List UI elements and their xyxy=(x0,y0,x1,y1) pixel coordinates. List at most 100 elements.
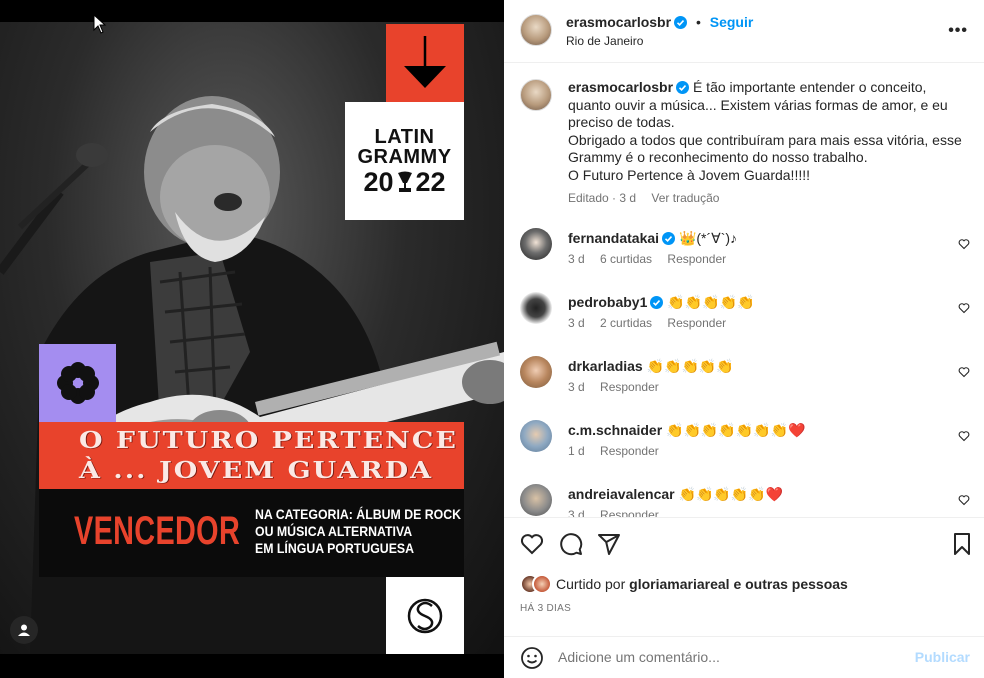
caption-username[interactable]: erasmocarlosbr xyxy=(568,79,673,95)
category-line-1: NA CATEGORIA: ÁLBUM DE ROCK xyxy=(255,506,462,522)
reply-button[interactable]: Responder xyxy=(667,316,726,330)
commenter-avatar[interactable] xyxy=(520,356,552,388)
comment-body: fernandatakai 👑(*´∀`)♪ xyxy=(568,229,737,247)
commenter-username[interactable]: andreiavalencar xyxy=(568,486,675,502)
commenter-avatar[interactable] xyxy=(520,228,552,260)
author-username[interactable]: erasmocarlosbr xyxy=(566,14,671,30)
comment-bubble-icon[interactable] xyxy=(559,532,583,556)
post-timestamp[interactable]: HÁ 3 DIAS xyxy=(520,603,571,614)
commenter-avatar[interactable] xyxy=(520,484,552,516)
comment-body: andreiavalencar 👏👏👏👏👏❤️ xyxy=(568,485,783,503)
comment-meta: 3 d 2 curtidas Responder xyxy=(568,316,738,330)
comment-like-heart-icon[interactable] xyxy=(958,366,970,378)
grammy-line-1: LATIN xyxy=(374,125,435,148)
reply-button[interactable]: Responder xyxy=(600,444,659,458)
comment-meta: 3 d Responder xyxy=(568,508,671,517)
like-heart-icon[interactable] xyxy=(520,532,544,556)
comment-like-heart-icon[interactable] xyxy=(958,238,970,250)
edited-label: Editado · 3 d xyxy=(568,191,637,205)
comment-meta: 3 d Responder xyxy=(568,380,671,394)
save-bookmark-icon[interactable] xyxy=(950,532,974,556)
caption-line-2: Obrigado a todos que contribuíram para m… xyxy=(568,131,962,166)
comment-item: fernandatakai 👑(*´∀`)♪ 3 d 6 curtidas Re… xyxy=(520,228,970,288)
comment-time: 3 d xyxy=(568,316,585,330)
grammy-year-part-1: 20 xyxy=(363,166,394,197)
reply-button[interactable]: Responder xyxy=(600,380,659,394)
latin-grammy-logo: LATIN GRAMMY 20 22 xyxy=(345,102,464,220)
album-title-line-1: O FUTURO PERTENCE xyxy=(79,426,458,454)
liked-by-suffix[interactable]: e outras pessoas xyxy=(733,576,847,592)
comment-time: 3 d xyxy=(568,252,585,266)
album-title-band: O FUTURO PERTENCE À ... JOVEM GUARDA xyxy=(39,422,464,489)
verified-badge-icon xyxy=(650,296,664,309)
post-image[interactable]: LATIN GRAMMY 20 22 O FUTURO PERTENCE À .… xyxy=(0,0,504,678)
flower-badge xyxy=(39,344,116,422)
reply-button[interactable]: Responder xyxy=(667,252,726,266)
caption-author-avatar[interactable] xyxy=(520,79,552,111)
comment-text: 👏👏👏👏👏❤️ xyxy=(678,486,784,502)
comment-item: andreiavalencar 👏👏👏👏👏❤️ 3 d Responder xyxy=(520,484,970,517)
reply-button[interactable]: Responder xyxy=(600,508,659,517)
winner-band: VENCEDOR NA CATEGORIA: ÁLBUM DE ROCK OU … xyxy=(39,489,464,577)
gramophone-icon xyxy=(397,171,412,192)
comment-text: 👏👏👏👏👏 xyxy=(667,294,755,310)
post-side-panel: erasmocarlosbr • Seguir Rio de Janeiro •… xyxy=(504,0,984,678)
category-line-2: OU MÚSICA ALTERNATIVA xyxy=(255,523,413,539)
flower-icon xyxy=(56,362,99,404)
liked-by-prefix: Curtido por xyxy=(556,576,626,592)
arrow-down-badge xyxy=(386,24,464,102)
header-separator: • xyxy=(695,14,701,30)
author-line: erasmocarlosbr • Seguir xyxy=(566,14,753,30)
share-send-icon[interactable] xyxy=(597,532,621,556)
commenter-avatar[interactable] xyxy=(520,420,552,452)
comments-section[interactable]: erasmocarlosbr É tão importante entender… xyxy=(504,63,984,517)
commenter-avatar[interactable] xyxy=(520,292,552,324)
commenter-username[interactable]: drkarladias xyxy=(568,358,643,374)
comment-time: 3 d xyxy=(568,380,585,394)
liked-by-user-link[interactable]: gloriamariareal xyxy=(629,576,729,592)
more-options-icon[interactable]: ••• xyxy=(948,22,968,40)
translate-link[interactable]: Ver tradução xyxy=(651,191,719,205)
post-header: erasmocarlosbr • Seguir Rio de Janeiro •… xyxy=(504,0,984,63)
commenter-username[interactable]: c.m.schnaider xyxy=(568,422,662,438)
liker-avatar[interactable] xyxy=(532,574,552,594)
follow-button[interactable]: Seguir xyxy=(710,14,754,30)
comment-text: 👏👏👏👏👏 xyxy=(646,358,734,374)
comment-time: 1 d xyxy=(568,444,585,458)
label-logo xyxy=(386,577,464,654)
comment-body: c.m.schnaider 👏👏👏👏👏👏👏❤️ xyxy=(568,421,806,439)
commenter-username[interactable]: pedrobaby1 xyxy=(568,294,647,310)
comment-likes-link[interactable]: 2 curtidas xyxy=(600,316,652,330)
user-icon xyxy=(18,624,30,636)
liked-by-line: Curtido por gloriamariareal e outras pes… xyxy=(520,574,848,594)
comment-text: 👑(*´∀`)♪ xyxy=(678,230,738,246)
winner-label: VENCEDOR xyxy=(74,509,241,553)
instagram-post-window: LATIN GRAMMY 20 22 O FUTURO PERTENCE À .… xyxy=(0,0,984,678)
post-actions: Curtido por gloriamariareal e outras pes… xyxy=(504,517,984,625)
comment-likes-link[interactable]: 6 curtidas xyxy=(600,252,652,266)
arrow-down-icon xyxy=(404,36,446,88)
grammy-line-2: GRAMMY xyxy=(357,145,452,168)
location-link[interactable]: Rio de Janeiro xyxy=(566,34,643,48)
comment-input[interactable] xyxy=(558,649,888,665)
comment-item: drkarladias 👏👏👏👏👏 3 d Responder xyxy=(520,356,970,416)
caption-line-3: O Futuro Pertence à Jovem Guarda!!!!! xyxy=(568,166,810,183)
comment-time: 3 d xyxy=(568,508,585,517)
liked-by-text: Curtido por gloriamariareal e outras pes… xyxy=(556,576,848,592)
comment-like-heart-icon[interactable] xyxy=(958,494,970,506)
comment-like-heart-icon[interactable] xyxy=(958,302,970,314)
category-line-3: EM LÍNGUA PORTUGUESA xyxy=(255,540,415,556)
category-text: NA CATEGORIA: ÁLBUM DE ROCK OU MÚSICA AL… xyxy=(255,506,461,557)
caption-meta: Editado · 3 d Ver tradução xyxy=(568,190,966,208)
comment-meta: 1 d Responder xyxy=(568,444,671,458)
publish-button[interactable]: Publicar xyxy=(915,649,970,665)
add-comment-bar: Publicar xyxy=(504,636,984,678)
tagged-users-button[interactable] xyxy=(10,616,38,644)
emoji-smiley-icon[interactable] xyxy=(520,646,544,670)
author-avatar[interactable] xyxy=(520,14,552,46)
comment-like-heart-icon[interactable] xyxy=(958,430,970,442)
caption-text: erasmocarlosbr É tão importante entender… xyxy=(568,79,966,208)
grammy-year-part-2: 22 xyxy=(415,166,446,197)
commenter-username[interactable]: fernandatakai xyxy=(568,230,659,246)
comment-meta: 3 d 6 curtidas Responder xyxy=(568,252,738,266)
